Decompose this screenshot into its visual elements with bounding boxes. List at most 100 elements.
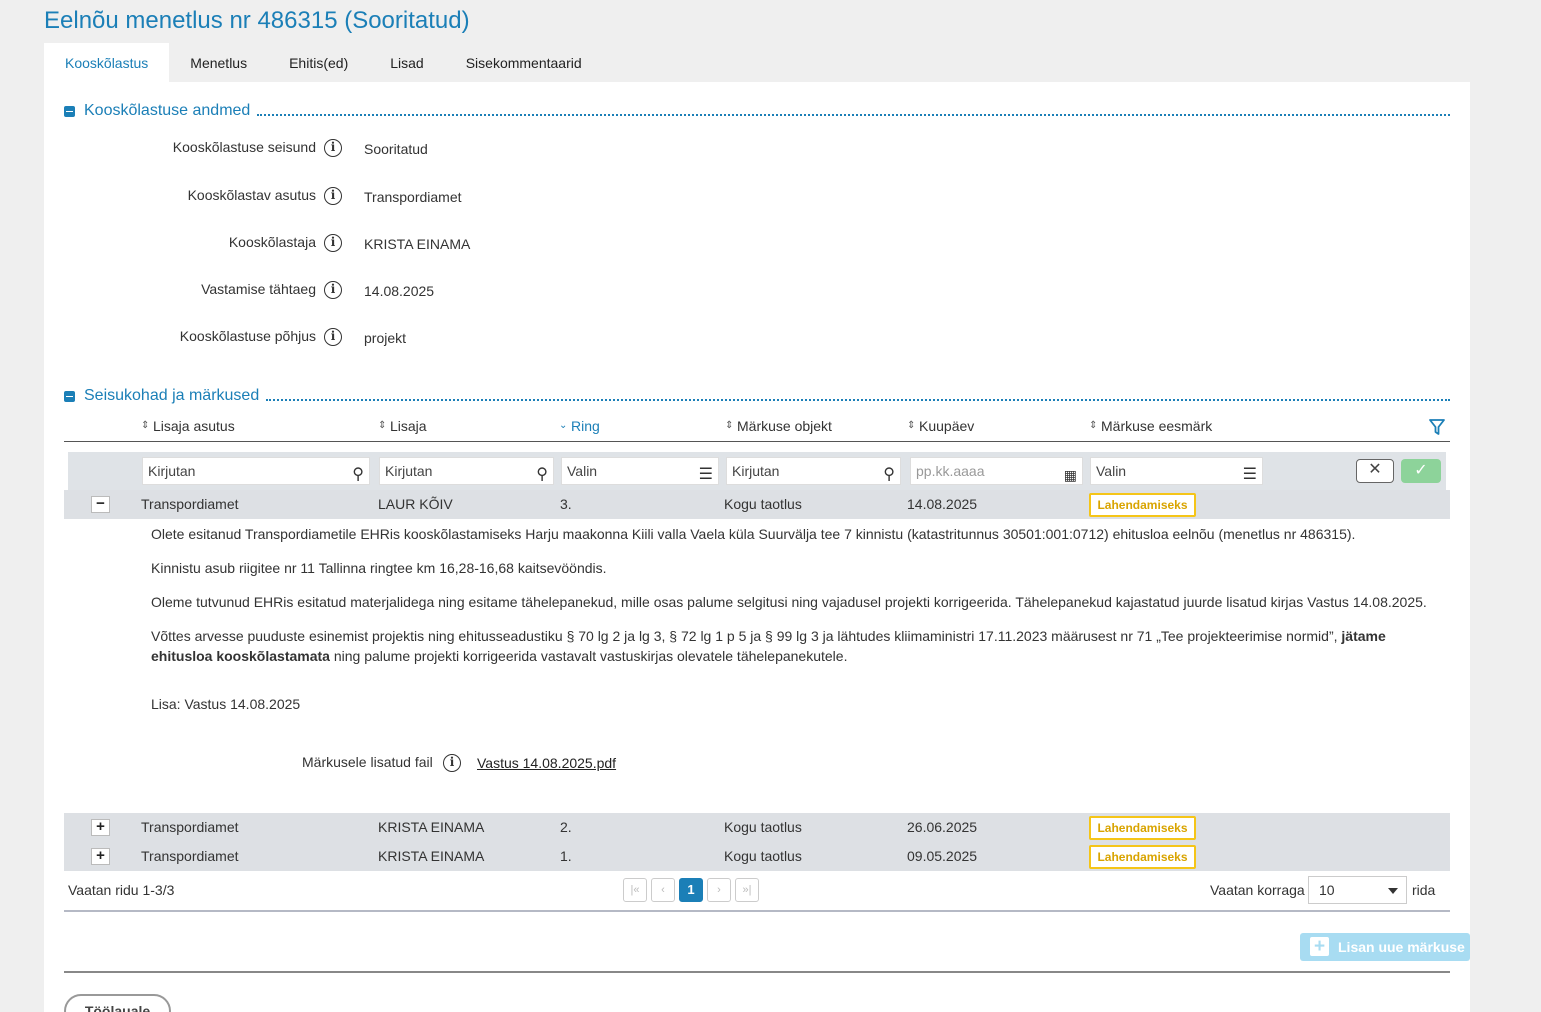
- sort-desc-icon: ⌄: [559, 420, 568, 431]
- remark-detail: Olete esitanud Transpordiametile EHRis k…: [151, 524, 1441, 680]
- cell-kuupaev: 26.06.2025: [907, 819, 978, 835]
- section-kooskolastuse-andmed: Kooskõlastuse andmed: [64, 101, 1450, 121]
- footer-divider: [64, 971, 1450, 973]
- tab-lisad[interactable]: Lisad: [369, 43, 444, 82]
- collapse-icon[interactable]: [64, 105, 75, 117]
- close-icon: ✕: [1368, 461, 1382, 478]
- filter-icon[interactable]: [1428, 418, 1446, 436]
- section-title: Seisukohad ja märkused: [84, 387, 260, 404]
- back-to-dashboard-button[interactable]: Töölauale: [64, 994, 171, 1012]
- page-title: Eelnõu menetlus nr 486315 (Sooritatud): [44, 7, 470, 34]
- detail-paragraph: Olete esitanud Transpordiametile EHRis k…: [151, 526, 1356, 542]
- field-tahtaeg: Vastamise tähtaeg i 14.08.2025: [44, 278, 644, 302]
- filter-markuse-eesmark[interactable]: Valin ☰: [1090, 457, 1263, 485]
- status-badge: Lahendamiseks: [1089, 816, 1196, 840]
- column-header-lisaja-asutus[interactable]: ⇕ Lisaja asutus: [141, 418, 235, 434]
- filter-lisaja-asutus[interactable]: Kirjutan ⚲: [142, 457, 370, 485]
- tab-kooskolastus[interactable]: Kooskõlastus: [44, 43, 170, 82]
- table-row[interactable]: + Transpordiamet KRISTA EINAMA 2. Kogu t…: [64, 813, 1450, 842]
- cell-ring: 2.: [560, 819, 572, 835]
- header-divider: [64, 441, 1450, 442]
- cell-lisaja: KRISTA EINAMA: [378, 819, 485, 835]
- column-header-lisaja[interactable]: ⇕ Lisaja: [378, 418, 427, 434]
- table-row[interactable]: − Transpordiamet LAUR KÕIV 3. Kogu taotl…: [64, 490, 1450, 519]
- field-label: Kooskõlastaja: [228, 234, 316, 250]
- info-icon[interactable]: i: [324, 234, 342, 252]
- info-icon[interactable]: i: [324, 281, 342, 299]
- cell-ring: 1.: [560, 848, 572, 864]
- column-header-kuupaev[interactable]: ⇕ Kuupäev: [907, 418, 974, 434]
- column-header-ring[interactable]: ⌄ Ring: [559, 418, 600, 434]
- cell-kuupaev: 09.05.2025: [907, 848, 978, 864]
- next-page-button[interactable]: ›: [707, 878, 731, 902]
- cell-objekt: Kogu taotlus: [724, 848, 802, 864]
- filter-bar: Kirjutan ⚲ Kirjutan ⚲ Valin ☰ Kirjutan ⚲ pp.…: [68, 452, 1446, 490]
- last-page-button[interactable]: »|: [735, 878, 759, 902]
- section-title: Kooskõlastuse andmed: [84, 102, 251, 119]
- field-value: Sooritatud: [364, 141, 428, 157]
- file-link[interactable]: Vastus 14.08.2025.pdf: [477, 755, 616, 771]
- field-pohjus: Kooskõlastuse põhjus i projekt: [44, 325, 644, 349]
- cell-objekt: Kogu taotlus: [724, 496, 802, 512]
- cell-asutus: Transpordiamet: [141, 848, 239, 864]
- sort-icon: ⇕: [1089, 420, 1098, 431]
- detail-lisa: Lisa: Vastus 14.08.2025: [151, 696, 301, 712]
- status-badge: Lahendamiseks: [1089, 493, 1196, 517]
- per-page-select[interactable]: 10: [1308, 876, 1407, 904]
- tab-menetlus[interactable]: Menetlus: [169, 43, 268, 82]
- search-icon: ⚲: [352, 466, 364, 483]
- filter-kuupaev[interactable]: pp.kk.aaaa ▦: [910, 457, 1083, 485]
- field-value: projekt: [364, 330, 407, 346]
- sort-icon: ⇕: [141, 420, 150, 431]
- apply-filter-button[interactable]: ✓: [1401, 459, 1441, 483]
- collapse-row-button[interactable]: −: [91, 496, 110, 513]
- page-1-button[interactable]: 1: [679, 878, 703, 902]
- add-remark-button[interactable]: + Lisan uue märkuse: [1300, 933, 1470, 961]
- filter-ring[interactable]: Valin ☰: [561, 457, 719, 485]
- search-icon: ⚲: [883, 466, 895, 483]
- field-value: Transpordiamet: [364, 189, 462, 205]
- check-icon: ✓: [1414, 462, 1428, 479]
- cell-lisaja: KRISTA EINAMA: [378, 848, 485, 864]
- prev-page-button[interactable]: ‹: [651, 878, 675, 902]
- collapse-icon[interactable]: [64, 390, 75, 402]
- field-value: KRISTA EINAMA: [364, 236, 471, 252]
- pagination: |« ‹ 1 › »|: [623, 878, 763, 902]
- info-icon[interactable]: i: [443, 754, 461, 772]
- expand-row-button[interactable]: +: [91, 848, 110, 865]
- main-panel: Kooskõlastuse andmed Kooskõlastuse seisu…: [44, 82, 1470, 1012]
- filter-lisaja[interactable]: Kirjutan ⚲: [379, 457, 554, 485]
- info-icon[interactable]: i: [324, 139, 342, 157]
- remarks-grid: ⇕ Lisaja asutus ⇕ Lisaja ⌄ Ring ⇕ Märkuse ob…: [64, 418, 1470, 1012]
- list-icon: ☰: [698, 466, 713, 483]
- rows-label: rida: [1412, 882, 1436, 898]
- sort-icon: ⇕: [378, 420, 387, 431]
- tab-bar: Kooskõlastus Menetlus Ehitis(ed) Lisad S…: [44, 43, 603, 82]
- status-badge: Lahendamiseks: [1089, 845, 1196, 869]
- section-seisukohad: Seisukohad ja märkused: [64, 386, 1450, 406]
- tab-sisekommentaarid[interactable]: Sisekommentaarid: [445, 43, 603, 82]
- cell-kuupaev: 14.08.2025: [907, 496, 978, 512]
- detail-paragraph: Võttes arvesse puuduste esinemist projek…: [151, 628, 1386, 664]
- info-icon[interactable]: i: [324, 187, 342, 205]
- cell-asutus: Transpordiamet: [141, 819, 239, 835]
- field-label: Kooskõlastuse põhjus: [179, 328, 316, 344]
- filter-markuse-objekt[interactable]: Kirjutan ⚲: [726, 457, 901, 485]
- divider: [266, 391, 1450, 401]
- tab-ehitised[interactable]: Ehitis(ed): [268, 43, 369, 82]
- field-label: Kooskõlastuse seisund: [172, 139, 316, 155]
- column-header-markuse-eesmark[interactable]: ⇕ Märkuse eesmärk: [1089, 418, 1212, 434]
- detail-paragraph: Oleme tutvunud EHRis esitatud materjalid…: [151, 594, 1427, 610]
- cell-objekt: Kogu taotlus: [724, 819, 802, 835]
- clear-filter-button[interactable]: ✕: [1356, 459, 1394, 483]
- info-icon[interactable]: i: [324, 328, 342, 346]
- first-page-button[interactable]: |«: [623, 878, 647, 902]
- column-header-markuse-objekt[interactable]: ⇕ Märkuse objekt: [725, 418, 832, 434]
- expand-row-button[interactable]: +: [91, 819, 110, 836]
- table-row[interactable]: + Transpordiamet KRISTA EINAMA 1. Kogu t…: [64, 842, 1450, 871]
- file-label: Märkusele lisatud fail: [302, 754, 433, 770]
- field-label: Vastamise tähtaeg: [201, 281, 316, 297]
- cell-asutus: Transpordiamet: [141, 496, 239, 512]
- per-page-label: Vaatan korraga: [1210, 882, 1305, 898]
- field-value: 14.08.2025: [364, 283, 435, 299]
